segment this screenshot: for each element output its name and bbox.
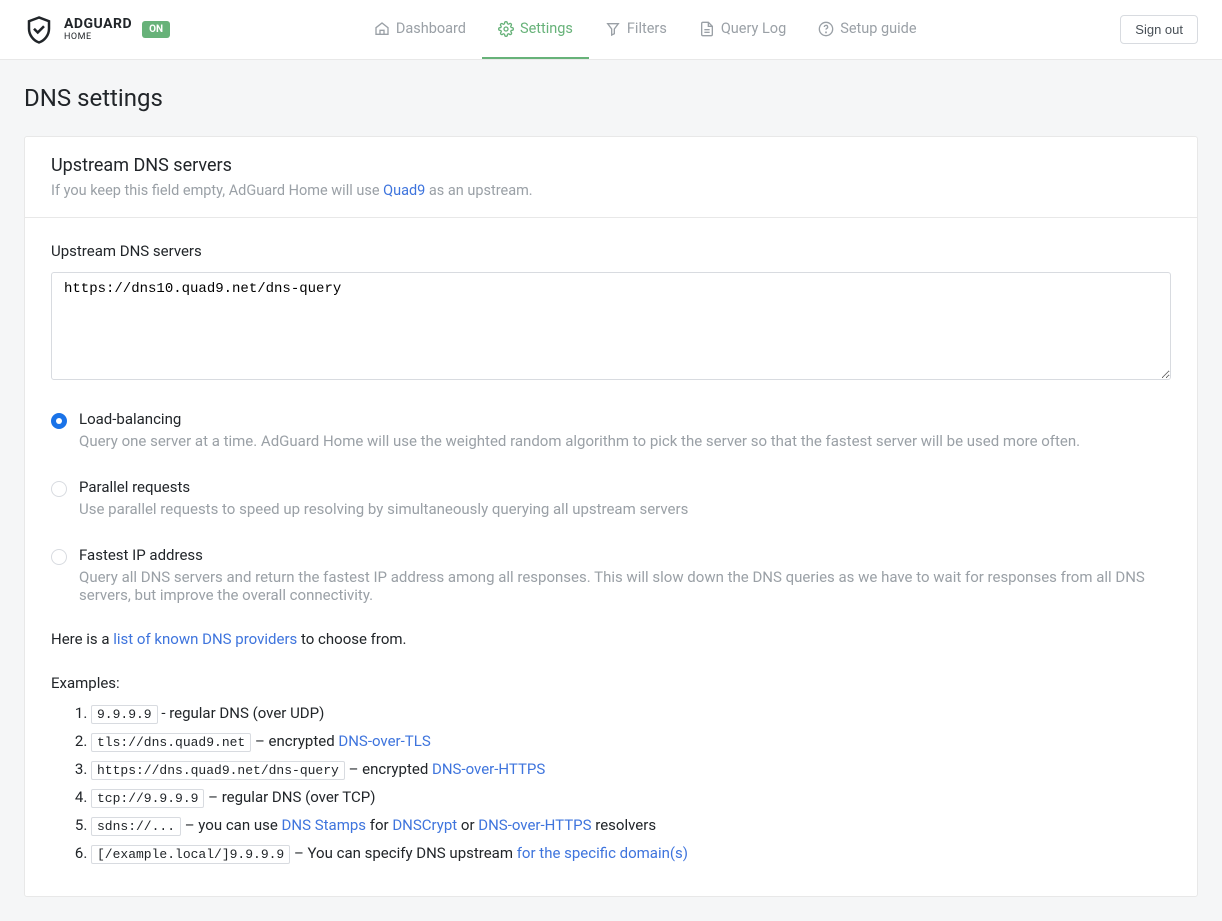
example-text: – encrypted [345, 760, 432, 778]
brand-main: ADGUARD [64, 17, 132, 31]
radio-fastest[interactable]: Fastest IP address Query all DNS servers… [51, 546, 1171, 604]
radio-title: Parallel requests [79, 478, 688, 496]
dns-over-https-link[interactable]: DNS-over-HTTPS [478, 816, 591, 834]
nav-label: Settings [520, 20, 573, 37]
shield-icon [24, 15, 54, 45]
example-code: https://dns.quad9.net/dns-query [91, 761, 345, 780]
gear-icon [498, 21, 514, 37]
card-title: Upstream DNS servers [51, 155, 1171, 176]
nav-label: Filters [627, 20, 667, 37]
nav-label: Query Log [721, 20, 786, 37]
example-text: – regular DNS (over TCP) [204, 788, 375, 806]
providers-line: Here is a list of known DNS providers to… [51, 630, 1171, 648]
dns-over-tls-link[interactable]: DNS-over-TLS [338, 732, 430, 750]
example-code: [/example.local/]9.9.9.9 [91, 845, 290, 864]
example-text: for [366, 816, 392, 834]
example-text: or [457, 816, 478, 834]
page-title: DNS settings [24, 84, 1198, 112]
example-item: 9.9.9.9 - regular DNS (over UDP) [91, 704, 1171, 722]
help-icon [818, 21, 834, 37]
example-text: – You can specify DNS upstream [290, 844, 516, 862]
card-subtitle: If you keep this field empty, AdGuard Ho… [51, 182, 1171, 199]
example-text: – you can use [181, 816, 282, 834]
home-icon [374, 21, 390, 37]
radio-parallel[interactable]: Parallel requests Use parallel requests … [51, 478, 1171, 518]
nav-label: Setup guide [840, 20, 916, 37]
example-item: sdns://... – you can use DNS Stamps for … [91, 816, 1171, 834]
nav-query-log[interactable]: Query Log [683, 0, 802, 59]
subtitle-text: If you keep this field empty, AdGuard Ho… [51, 182, 383, 199]
radio-title: Load-balancing [79, 410, 1080, 428]
providers-link[interactable]: list of known DNS providers [113, 630, 297, 648]
radio-icon [51, 549, 67, 565]
radio-desc: Query one server at a time. AdGuard Home… [79, 432, 1080, 450]
quad9-link[interactable]: Quad9 [383, 182, 425, 199]
card-body: Upstream DNS servers Load-balancing Quer… [25, 218, 1197, 896]
examples-list: 9.9.9.9 - regular DNS (over UDP) tls://d… [51, 704, 1171, 862]
text: Here is a [51, 630, 113, 648]
dns-over-https-link[interactable]: DNS-over-HTTPS [432, 760, 545, 778]
example-code: tcp://9.9.9.9 [91, 789, 204, 808]
subtitle-text: as an upstream. [425, 182, 532, 199]
page-content: DNS settings Upstream DNS servers If you… [0, 60, 1222, 921]
example-item: tcp://9.9.9.9 – regular DNS (over TCP) [91, 788, 1171, 806]
specific-domain-link[interactable]: for the specific domain(s) [517, 844, 688, 862]
example-text: – encrypted [251, 732, 338, 750]
radio-title: Fastest IP address [79, 546, 1171, 564]
radio-icon [51, 413, 67, 429]
example-item: [/example.local/]9.9.9.9 – You can speci… [91, 844, 1171, 862]
example-code: sdns://... [91, 817, 181, 836]
example-text: resolvers [592, 816, 657, 834]
examples-heading: Examples: [51, 674, 1171, 692]
dnscrypt-link[interactable]: DNSCrypt [392, 816, 457, 834]
dns-stamps-link[interactable]: DNS Stamps [282, 816, 366, 834]
upstream-textarea[interactable] [51, 272, 1171, 380]
status-badge: ON [142, 21, 170, 38]
upstream-card: Upstream DNS servers If you keep this fi… [24, 136, 1198, 897]
main-nav: Dashboard Settings Filters Query Log Set… [358, 0, 933, 59]
nav-setup-guide[interactable]: Setup guide [802, 0, 932, 59]
radio-desc: Query all DNS servers and return the fas… [79, 568, 1171, 604]
example-text: - regular DNS (over UDP) [158, 704, 325, 722]
nav-dashboard[interactable]: Dashboard [358, 0, 482, 59]
radio-desc: Use parallel requests to speed up resolv… [79, 500, 688, 518]
document-icon [699, 21, 715, 37]
filter-icon [605, 21, 621, 37]
example-item: tls://dns.quad9.net – encrypted DNS-over… [91, 732, 1171, 750]
brand-sub: HOME [64, 33, 132, 42]
sign-out-button[interactable]: Sign out [1120, 15, 1198, 44]
text: to choose from. [297, 630, 406, 648]
example-item: https://dns.quad9.net/dns-query – encryp… [91, 760, 1171, 778]
card-header: Upstream DNS servers If you keep this fi… [25, 137, 1197, 218]
upstream-label: Upstream DNS servers [51, 242, 1171, 260]
nav-settings[interactable]: Settings [482, 0, 589, 59]
radio-icon [51, 481, 67, 497]
example-code: tls://dns.quad9.net [91, 733, 251, 752]
nav-label: Dashboard [396, 20, 466, 37]
app-header: ADGUARD HOME ON Dashboard Settings Filte… [0, 0, 1222, 60]
example-code: 9.9.9.9 [91, 705, 158, 724]
mode-radio-group: Load-balancing Query one server at a tim… [51, 410, 1171, 604]
logo-area[interactable]: ADGUARD HOME ON [24, 15, 170, 45]
nav-filters[interactable]: Filters [589, 0, 683, 59]
radio-load-balancing[interactable]: Load-balancing Query one server at a tim… [51, 410, 1171, 450]
